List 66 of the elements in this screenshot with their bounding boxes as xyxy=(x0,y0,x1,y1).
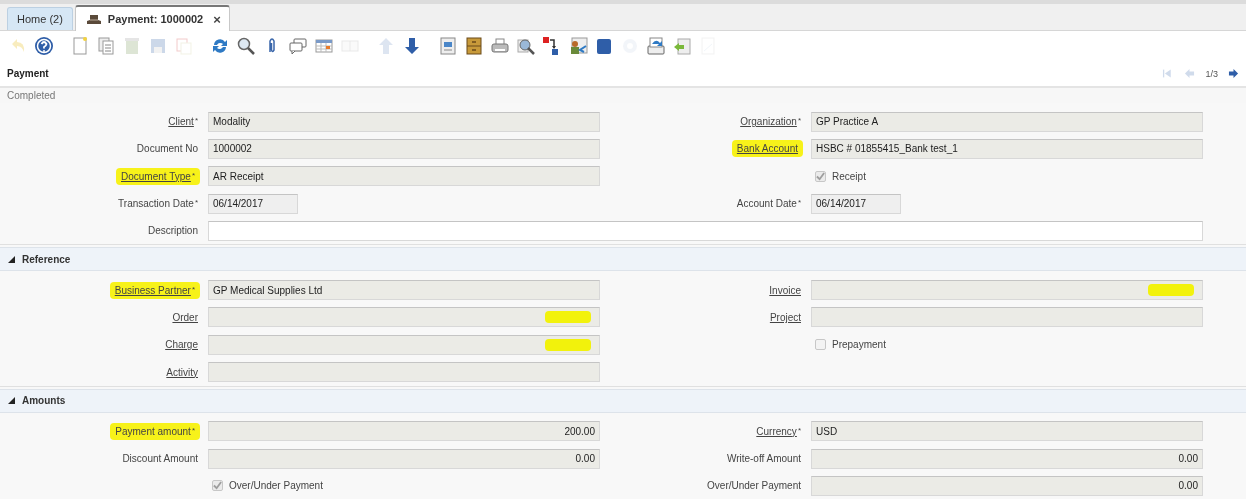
input-field[interactable] xyxy=(208,334,600,355)
next-arrow-icon[interactable] xyxy=(1227,67,1240,80)
field-label: Payment amount* xyxy=(110,422,200,440)
input-field[interactable]: 06/14/2017 xyxy=(208,193,298,214)
input-field[interactable] xyxy=(811,307,1203,328)
import-icon[interactable] xyxy=(672,35,692,56)
input-field[interactable]: Modality xyxy=(208,111,600,132)
field-label: Over/Under Payment xyxy=(706,479,802,493)
close-icon[interactable]: × xyxy=(213,11,221,27)
field-label[interactable]: Invoice xyxy=(767,283,803,297)
field-label[interactable]: Business Partner* xyxy=(109,281,200,299)
field-label[interactable]: Activity xyxy=(164,365,200,379)
field-label: Write-off Amount xyxy=(725,452,802,466)
section-header[interactable]: Reference xyxy=(0,247,1246,272)
status-text: Completed xyxy=(7,90,56,101)
input-field[interactable]: 06/14/2017 xyxy=(811,193,901,214)
field-label: Discount Amount xyxy=(121,452,199,466)
input-field[interactable]: 1000002 xyxy=(208,138,600,159)
field-label[interactable]: Client* xyxy=(166,115,200,129)
input-field[interactable]: 200.00 xyxy=(208,421,600,442)
input-field[interactable] xyxy=(208,220,1203,241)
input-field[interactable]: GP Practice A xyxy=(811,111,1203,132)
section-title: Reference xyxy=(22,254,71,265)
section-header[interactable]: Amounts xyxy=(0,388,1246,413)
hat-icon xyxy=(85,13,102,25)
new-document-icon[interactable] xyxy=(70,35,90,56)
print-icon[interactable] xyxy=(490,35,510,56)
field-label: Transaction Date* xyxy=(117,197,199,211)
input-field[interactable]: 0.00 xyxy=(811,475,1203,496)
help-icon[interactable] xyxy=(34,35,54,56)
input-field[interactable]: GP Medical Supplies Ltd xyxy=(208,280,600,301)
window-title: Payment xyxy=(7,68,49,79)
tab[interactable]: Payment: 1000002 × xyxy=(74,5,230,31)
search-icon[interactable] xyxy=(236,35,256,56)
input-field[interactable] xyxy=(208,362,600,382)
section-title: Amounts xyxy=(22,395,66,407)
checkbox-label: Receipt xyxy=(832,170,866,182)
input-field[interactable] xyxy=(208,307,600,328)
cabinet-icon[interactable] xyxy=(464,35,484,56)
copy-icon[interactable] xyxy=(96,35,116,56)
field-label[interactable]: Currency* xyxy=(754,424,803,438)
field-label[interactable]: Bank Account xyxy=(731,140,803,158)
checkbox-label: Prepayment xyxy=(832,339,886,351)
field-label: Account Date* xyxy=(735,197,802,211)
collapse-triangle-icon xyxy=(8,397,15,405)
field-label[interactable]: Document Type* xyxy=(116,167,200,185)
input-field[interactable]: USD xyxy=(811,421,1203,442)
checkbox-label: Over/Under Payment xyxy=(229,480,323,492)
chat-icon[interactable] xyxy=(288,35,308,56)
field-label: Document No xyxy=(135,142,199,156)
record-counter: 1/3 xyxy=(1205,68,1218,79)
input-field[interactable]: HSBC # 01855415_Bank test_1 xyxy=(811,138,1203,159)
input-field[interactable]: 0.00 xyxy=(811,448,1203,469)
tab[interactable]: Home (2) xyxy=(7,7,73,30)
people-icon[interactable] xyxy=(568,35,588,56)
field-label[interactable]: Organization* xyxy=(738,115,803,129)
collapse-triangle-icon xyxy=(8,256,15,263)
field-label[interactable]: Project xyxy=(767,310,803,324)
field-label: Description xyxy=(146,224,199,238)
input-field[interactable] xyxy=(811,280,1203,301)
field-label[interactable]: Charge xyxy=(163,338,200,352)
report-icon[interactable] xyxy=(438,35,458,56)
field-label[interactable]: Order xyxy=(170,310,200,324)
export-icon[interactable] xyxy=(646,35,666,56)
input-field[interactable]: 0.00 xyxy=(208,448,600,469)
input-field[interactable]: AR Receipt xyxy=(208,166,600,187)
